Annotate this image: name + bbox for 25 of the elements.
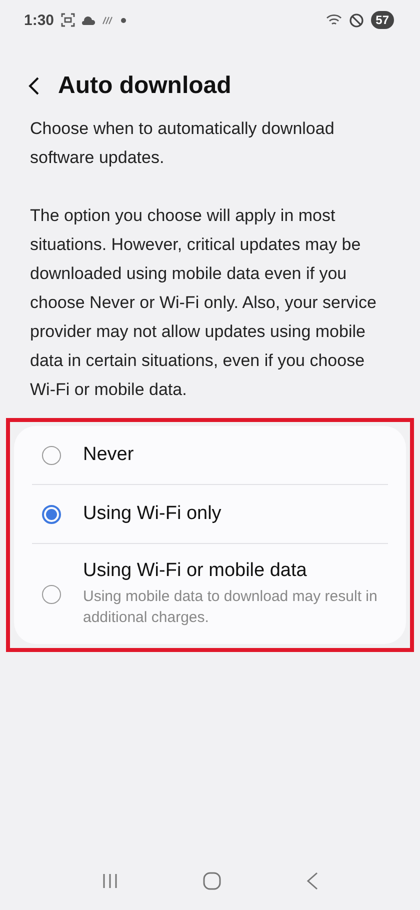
option-label: Using Wi-Fi only <box>83 503 222 525</box>
option-row[interactable]: Using Wi-Fi only <box>32 484 388 543</box>
radio-button[interactable] <box>42 584 61 604</box>
battery-level: 57 <box>370 11 394 29</box>
radio-button[interactable] <box>42 446 61 464</box>
page-title: Auto download <box>58 72 232 100</box>
radio-button[interactable] <box>42 504 61 524</box>
option-row[interactable]: Using Wi-Fi or mobile data Using mobile data to download may result in additional charges. <box>32 543 388 644</box>
back-icon[interactable] <box>306 872 318 890</box>
option-row[interactable]: Never <box>32 426 388 484</box>
description-text: Choose when to automatically download software updates. <box>30 118 336 169</box>
wifi-icon <box>326 14 342 26</box>
recent-apps-icon[interactable] <box>102 873 118 889</box>
status-time: 1:30 <box>24 12 54 28</box>
blocked-icon <box>348 12 364 28</box>
home-icon[interactable] <box>202 872 221 890</box>
dot-icon <box>121 18 126 22</box>
cloud-icon <box>82 16 96 24</box>
option-label: Using Wi-Fi or mobile data <box>83 560 308 582</box>
screenshot-icon <box>61 13 76 27</box>
back-button[interactable] <box>28 76 40 96</box>
signal-icon <box>102 16 114 24</box>
description-text: The option you choose will apply in most situations. However, critical updates may be downloaded using mobile data even if you choose Never or Wi-Fi only. Also, your service provider may not allow updates using mobile data in certain situations, even if you choose Wi-Fi or mobile data. <box>30 205 378 401</box>
option-subtitle: Using mobile data to download may result in additional charges. <box>83 587 378 628</box>
option-label: Never <box>83 444 134 466</box>
